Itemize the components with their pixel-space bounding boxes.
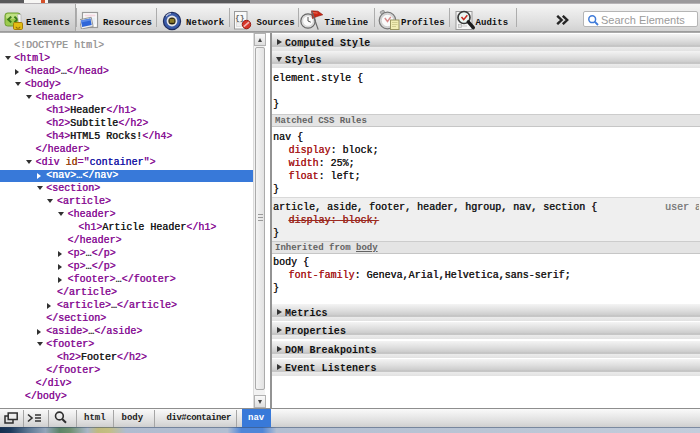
svg-text:{}: {}	[235, 13, 245, 22]
